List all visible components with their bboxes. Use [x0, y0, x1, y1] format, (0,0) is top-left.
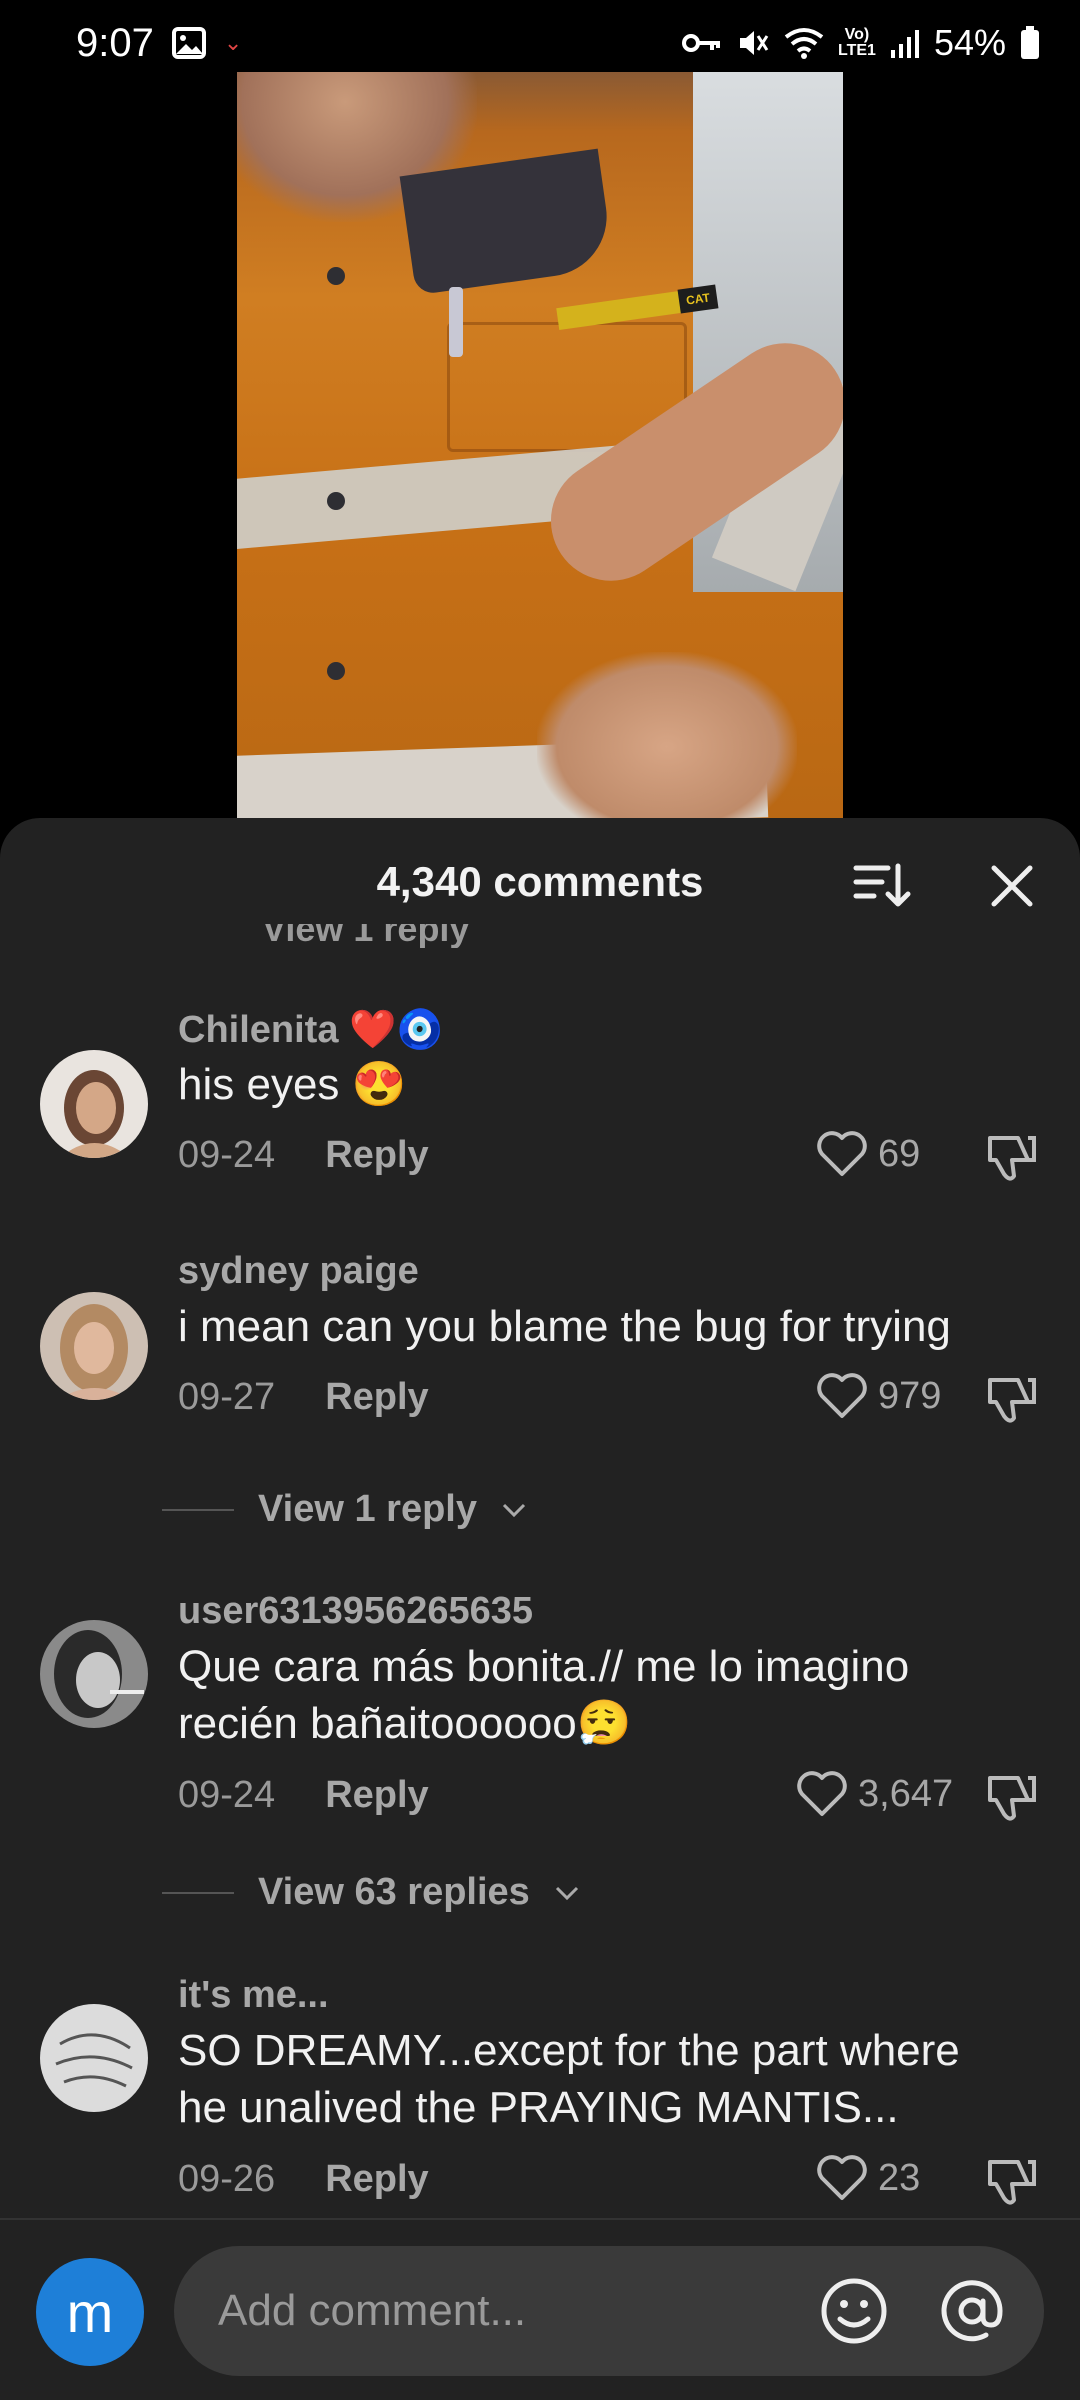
comment-meta: 09-27 Reply	[178, 1376, 429, 1419]
comment-date: 09-24	[178, 1774, 276, 1816]
comments-header: 4,340 comments	[0, 818, 1080, 946]
status-time: 9:07	[76, 20, 154, 65]
avatar[interactable]	[40, 1620, 148, 1728]
reply-button[interactable]: Reply	[325, 2158, 428, 2201]
comment-composer: m	[0, 2218, 1080, 2400]
comment-meta: 09-24 Reply	[178, 1134, 429, 1177]
avatar[interactable]	[40, 2004, 148, 2112]
view-replies-button[interactable]: View 63 replies	[162, 1871, 580, 1914]
at-sign-icon	[941, 2280, 1003, 2342]
comment-date: 09-27	[178, 1376, 276, 1418]
like-count: 69	[878, 1132, 921, 1175]
like-button[interactable]: 23	[816, 2154, 920, 2202]
network-type-label: Vo) LTE1	[838, 26, 876, 59]
comment-input[interactable]	[218, 2246, 778, 2376]
like-count: 979	[878, 1374, 942, 1417]
like-count: 23	[878, 2156, 921, 2199]
battery-percent: 54%	[933, 22, 1006, 63]
view-replies-button[interactable]: View 1 reply	[162, 1488, 527, 1531]
like-button[interactable]: 69	[816, 1130, 920, 1178]
heart-icon	[797, 1771, 847, 1816]
sort-comments-button[interactable]	[852, 860, 912, 910]
comments-count-title: 4,340 comments	[376, 858, 704, 905]
notification-chevron-icon: ⌄	[223, 30, 243, 55]
mute-icon	[736, 26, 770, 60]
video-shirt-button	[327, 267, 345, 285]
like-button[interactable]: 979	[816, 1372, 941, 1420]
comment-text: SO DREAMY...except for the part where he…	[178, 2026, 960, 2132]
thumbs-down-icon	[988, 1136, 1036, 1181]
clipped-view-reply-link[interactable]: View 1 reply	[262, 924, 469, 948]
comment-meta: 09-26 Reply	[178, 2158, 429, 2201]
comment-text: his eyes 😍	[178, 1060, 407, 1109]
heart-icon	[817, 1373, 867, 1418]
comment-username[interactable]: Chilenita ❤️🧿	[178, 1008, 444, 1052]
video-shirt-button	[327, 662, 345, 680]
dislike-button[interactable]	[984, 2154, 1040, 2210]
view-replies-label: View 1 reply	[258, 1488, 477, 1530]
signal-icon	[890, 28, 920, 58]
video-player[interactable]: CAT	[237, 72, 843, 822]
avatar[interactable]	[40, 1292, 148, 1400]
emoji-icon	[821, 2278, 887, 2344]
view-replies-label: View 63 replies	[258, 1871, 530, 1913]
thumbs-down-icon	[988, 1378, 1036, 1423]
comment-date: 09-26	[178, 2158, 276, 2200]
dislike-button[interactable]	[984, 1372, 1040, 1428]
comment-text: Que cara más bonita.// me lo imagino rec…	[178, 1642, 910, 1748]
wifi-icon	[784, 27, 824, 59]
like-button[interactable]: 3,647	[796, 1770, 953, 1818]
comment-text: i mean can you blame the bug for trying	[178, 1302, 951, 1351]
heart-icon	[817, 1131, 867, 1176]
sort-icon	[853, 863, 911, 907]
thumbs-down-icon	[988, 1776, 1036, 1821]
my-avatar[interactable]: m	[36, 2258, 144, 2366]
close-icon	[991, 865, 1033, 907]
comment-username[interactable]: sydney paige	[178, 1250, 419, 1293]
like-count: 3,647	[858, 1772, 954, 1815]
dislike-button[interactable]	[984, 1130, 1040, 1186]
comment-username[interactable]: user6313956265635	[178, 1590, 533, 1633]
comment-input-wrapper[interactable]	[174, 2246, 1044, 2376]
comment-username[interactable]: it's me...	[178, 1974, 329, 2017]
video-pen	[449, 287, 463, 357]
emoji-button[interactable]	[818, 2275, 890, 2347]
video-hand	[537, 652, 797, 822]
comments-sheet: 4,340 comments View 1 reply Chilenita ❤️…	[0, 818, 1080, 2400]
thumbs-down-icon	[988, 2160, 1036, 2205]
chevron-down-icon	[555, 1886, 578, 1900]
divider	[162, 1891, 234, 1894]
chevron-down-icon	[502, 1503, 526, 1517]
comment-date: 09-24	[178, 1134, 276, 1176]
dislike-button[interactable]	[984, 1770, 1040, 1826]
video-shirt-button	[327, 492, 345, 510]
divider	[162, 1508, 234, 1511]
vpn-key-icon	[682, 31, 722, 55]
heart-icon	[817, 2155, 867, 2200]
reply-button[interactable]: Reply	[325, 1376, 428, 1419]
close-button[interactable]	[984, 858, 1040, 914]
comment-meta: 09-24 Reply	[178, 1774, 429, 1817]
gallery-icon	[171, 27, 206, 59]
avatar[interactable]	[40, 1050, 148, 1158]
reply-button[interactable]: Reply	[325, 1774, 428, 1817]
reply-button[interactable]: Reply	[325, 1134, 428, 1177]
battery-icon	[1020, 26, 1040, 60]
mention-button[interactable]	[936, 2275, 1008, 2347]
